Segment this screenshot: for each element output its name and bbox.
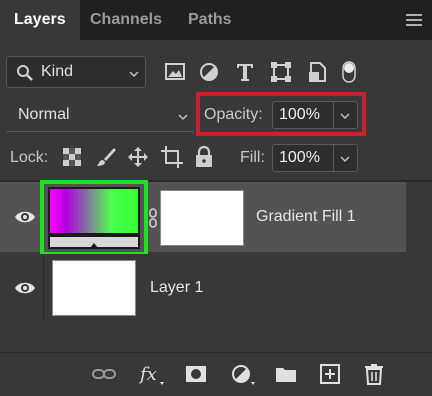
blend-mode-value: Normal (18, 106, 70, 123)
svg-text:fx: fx (138, 364, 157, 385)
eye-icon[interactable] (14, 280, 36, 296)
fill-input[interactable]: 100% (272, 144, 358, 172)
lock-all-icon[interactable] (192, 145, 216, 169)
blend-mode-dropdown[interactable]: Normal (6, 100, 194, 132)
opacity-divider (333, 102, 334, 128)
gradient-swatch (50, 189, 138, 233)
triangle-up-icon (90, 243, 98, 248)
new-adjustment-icon[interactable] (230, 362, 260, 386)
new-group-icon[interactable] (274, 362, 298, 386)
filter-toggle-icon[interactable] (340, 60, 360, 84)
lock-position-icon[interactable] (126, 145, 150, 169)
opacity-value: 100% (279, 106, 320, 123)
opacity-label: Opacity: (204, 106, 263, 123)
type-filter-icon[interactable] (232, 60, 258, 84)
layer-1-thumbnail[interactable] (52, 260, 136, 316)
image-filter-icon[interactable] (162, 60, 188, 84)
kind-filter-label: Kind (41, 63, 74, 80)
fill-divider (333, 145, 334, 171)
fill-value: 100% (279, 149, 320, 166)
chevron-down-icon (129, 71, 139, 78)
layer-name-layer-1[interactable]: Layer 1 (150, 279, 203, 297)
delete-icon[interactable] (362, 362, 386, 386)
lock-label: Lock: (10, 149, 49, 166)
chevron-down-icon (178, 114, 188, 121)
tab-channels[interactable]: Channels (90, 0, 162, 40)
chevron-down-icon[interactable] (340, 154, 350, 164)
shape-filter-icon[interactable] (268, 60, 294, 84)
lock-image-pixels-icon[interactable] (94, 145, 118, 169)
search-icon (17, 65, 33, 81)
fx-icon[interactable]: fx (138, 362, 168, 386)
chain-link-icon[interactable] (148, 208, 158, 228)
fill-label: Fill: (240, 149, 265, 166)
lock-transparent-pixels-icon[interactable] (60, 145, 84, 169)
layer-mask-thumbnail[interactable] (160, 190, 244, 246)
tab-paths[interactable]: Paths (188, 0, 232, 40)
lock-artboard-icon[interactable] (160, 145, 184, 169)
panel-tab-bar: Layers Channels Paths (0, 0, 432, 40)
layer-name-gradient-fill[interactable]: Gradient Fill 1 (256, 208, 356, 226)
link-layers-icon[interactable] (92, 362, 116, 386)
chevron-down-icon[interactable] (340, 111, 350, 121)
panel-menu-icon[interactable] (406, 14, 422, 28)
kind-filter-dropdown[interactable]: Kind (6, 56, 146, 88)
adjustment-filter-icon[interactable] (196, 60, 222, 84)
opacity-input[interactable]: 100% (272, 101, 358, 129)
gradient-fill-thumbnail[interactable] (48, 187, 140, 249)
new-layer-icon[interactable] (318, 362, 342, 386)
eye-icon[interactable] (14, 209, 36, 225)
smart-object-filter-icon[interactable] (304, 60, 330, 84)
gradient-bar (50, 237, 138, 248)
add-mask-icon[interactable] (184, 362, 208, 386)
tab-layers[interactable]: Layers (0, 0, 80, 40)
